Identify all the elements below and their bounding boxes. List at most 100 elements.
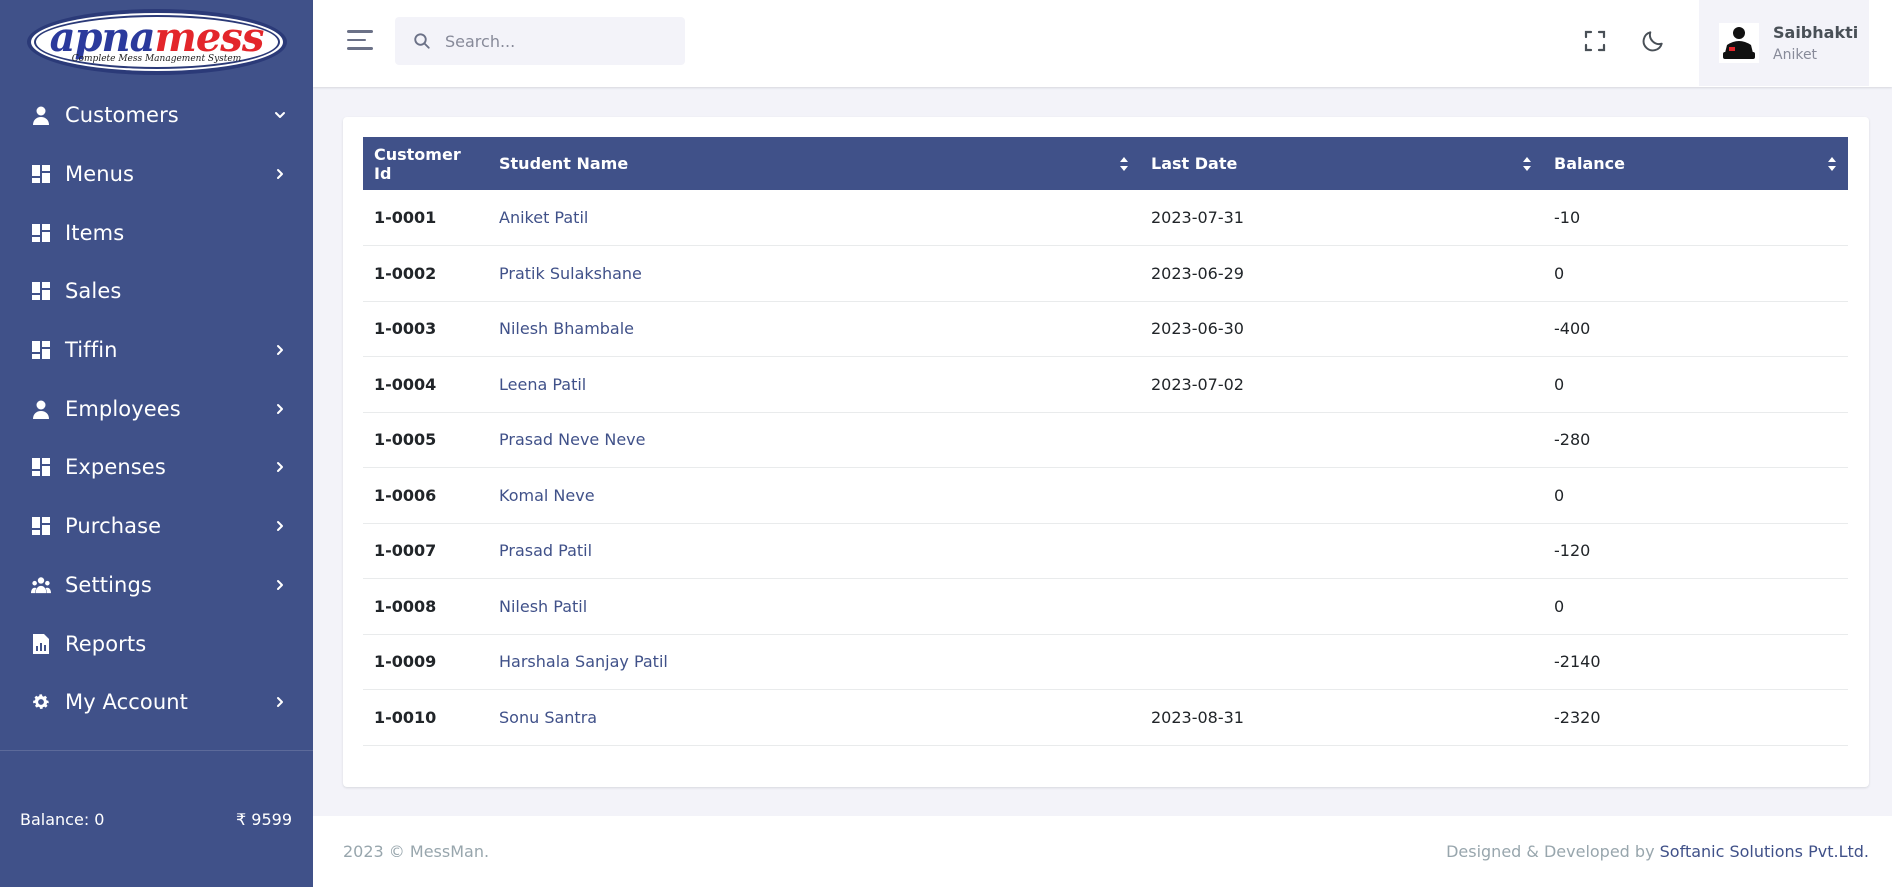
student-name-link[interactable]: Komal Neve xyxy=(488,468,1140,524)
dashboard-icon xyxy=(31,223,51,243)
dashboard-icon xyxy=(31,340,51,360)
sidebar-item-items[interactable]: Items xyxy=(0,203,313,262)
avatar xyxy=(1719,23,1759,63)
balance-cell: 0 xyxy=(1554,596,1565,616)
user-role: Aniket xyxy=(1773,47,1818,63)
search-icon xyxy=(414,33,430,49)
gear-icon xyxy=(31,692,51,712)
table-row[interactable]: 1-0009 Harshala Sanjay Patil -2140 xyxy=(363,634,1848,690)
sidebar-item-settings[interactable]: Settings xyxy=(0,556,313,615)
sidebar-item-label: Reports xyxy=(65,631,147,656)
table-row[interactable]: 1-0008 Nilesh Patil 0 xyxy=(363,579,1848,635)
sort-icon[interactable] xyxy=(1119,156,1129,171)
table-row[interactable]: 1-0007 Prasad Patil -120 xyxy=(363,523,1848,579)
chevron-right-icon xyxy=(273,402,287,416)
sidebar-item-label: Sales xyxy=(65,279,122,304)
sidebar-item-label: Expenses xyxy=(65,455,166,480)
customer-id-cell: 1-0003 xyxy=(374,319,437,339)
menu-toggle-icon[interactable] xyxy=(347,30,375,52)
table-row[interactable]: 1-0005 Prasad Neve Neve -280 xyxy=(363,412,1848,468)
balance-cell: -2140 xyxy=(1554,652,1601,672)
customers-table: Customer Id Student Name Last Date Balan… xyxy=(363,137,1848,746)
sidebar-item-tiffin[interactable]: Tiffin xyxy=(0,321,313,380)
sidebar-item-purchase[interactable]: Purchase xyxy=(0,497,313,556)
last-date-cell xyxy=(1140,412,1543,468)
chevron-right-icon xyxy=(273,578,287,592)
copyright-text: 2023 © MessMan. xyxy=(343,842,490,861)
sort-icon[interactable] xyxy=(1827,156,1837,171)
sidebar-item-customers[interactable]: Customers xyxy=(0,86,313,145)
brand-logo[interactable]: apnamess Complete Mess Management System xyxy=(26,9,287,75)
col-header-balance[interactable]: Balance xyxy=(1543,137,1848,190)
student-name-link[interactable]: Harshala Sanjay Patil xyxy=(488,634,1140,690)
sidebar-item-employees[interactable]: Employees xyxy=(0,379,313,438)
customer-id-cell: 1-0006 xyxy=(374,485,437,505)
customer-id-cell: 1-0008 xyxy=(374,596,437,616)
student-name-link[interactable]: Aniket Patil xyxy=(488,190,1140,246)
customer-id-cell: 1-0009 xyxy=(374,652,437,672)
report-icon xyxy=(31,633,51,654)
student-name-link[interactable]: Leena Patil xyxy=(488,357,1140,413)
sidebar-item-expenses[interactable]: Expenses xyxy=(0,438,313,497)
sidebar-balance-bar: Balance: 0 ₹ 9599 xyxy=(0,750,313,887)
dark-mode-moon-icon[interactable] xyxy=(1638,26,1668,56)
table-row[interactable]: 1-0002 Pratik Sulakshane 2023-06-29 0 xyxy=(363,246,1848,302)
logo-wordmark: apnamess xyxy=(50,18,265,58)
student-name-link[interactable]: Pratik Sulakshane xyxy=(488,246,1140,302)
team-icon xyxy=(31,575,51,595)
dashboard-icon xyxy=(31,457,51,477)
student-name-link[interactable]: Nilesh Patil xyxy=(488,579,1140,635)
col-header-customer-id[interactable]: Customer Id xyxy=(363,137,488,190)
student-name-link[interactable]: Prasad Patil xyxy=(488,523,1140,579)
customer-id-cell: 1-0004 xyxy=(374,374,437,394)
search-input[interactable] xyxy=(445,31,665,51)
company-link[interactable]: Softanic Solutions Pvt.Ltd. xyxy=(1660,842,1869,861)
balance-cell: -10 xyxy=(1554,208,1581,227)
customer-id-cell: 1-0005 xyxy=(374,430,437,450)
student-name-link[interactable]: Sonu Santra xyxy=(488,690,1140,746)
balance-cell: -400 xyxy=(1554,319,1591,339)
sidebar-item-label: Settings xyxy=(65,572,152,597)
sidebar: apnamess Complete Mess Management System… xyxy=(0,0,313,887)
table-row[interactable]: 1-0001 Aniket Patil 2023-07-31 -10 xyxy=(363,190,1848,246)
sidebar-item-label: Tiffin xyxy=(65,338,118,363)
sidebar-item-label: Customers xyxy=(65,103,179,128)
balance-label: Balance: 0 xyxy=(20,809,105,829)
student-name-link[interactable]: Nilesh Bhambale xyxy=(488,301,1140,357)
sort-icon[interactable] xyxy=(1522,156,1532,171)
balance-cell: -2320 xyxy=(1554,707,1601,727)
last-date-cell: 2023-07-02 xyxy=(1151,374,1244,394)
col-header-last-date[interactable]: Last Date xyxy=(1140,137,1543,190)
logo-inner-ring: apnamess Complete Mess Management System xyxy=(33,15,280,69)
customers-card: Customer Id Student Name Last Date Balan… xyxy=(343,117,1869,787)
sidebar-item-menus[interactable]: Menus xyxy=(0,145,313,204)
customer-id-cell: 1-0002 xyxy=(374,263,437,283)
search-box xyxy=(395,17,685,65)
table-row[interactable]: 1-0003 Nilesh Bhambale 2023-06-30 -400 xyxy=(363,301,1848,357)
developer-credit: Designed & Developed by Softanic Solutio… xyxy=(1446,842,1869,861)
user-icon xyxy=(31,105,51,126)
customer-id-cell: 1-0001 xyxy=(374,208,437,227)
sidebar-item-label: Items xyxy=(65,220,125,245)
last-date-cell xyxy=(1140,468,1543,524)
table-row[interactable]: 1-0006 Komal Neve 0 xyxy=(363,468,1848,524)
table-row[interactable]: 1-0010 Sonu Santra 2023-08-31 -2320 xyxy=(363,690,1848,746)
customer-id-cell: 1-0010 xyxy=(374,707,437,727)
user-profile-dropdown[interactable]: Saibhakti Aniket xyxy=(1699,0,1869,86)
logo-container: apnamess Complete Mess Management System xyxy=(0,0,313,84)
fullscreen-icon[interactable] xyxy=(1580,26,1610,56)
page-footer: 2023 © MessMan. Designed & Developed by … xyxy=(313,816,1892,887)
student-name-link[interactable]: Prasad Neve Neve xyxy=(488,412,1140,468)
sidebar-item-sales[interactable]: Sales xyxy=(0,262,313,321)
table-row[interactable]: 1-0004 Leena Patil 2023-07-02 0 xyxy=(363,357,1848,413)
sidebar-item-label: My Account xyxy=(65,690,189,715)
sidebar-item-label: Menus xyxy=(65,162,135,187)
chevron-down-icon xyxy=(273,108,287,122)
last-date-cell xyxy=(1140,634,1543,690)
table-body: 1-0001 Aniket Patil 2023-07-31 -10 1-0002 Pra… xyxy=(363,190,1848,745)
dashboard-icon xyxy=(31,281,51,301)
sidebar-item-reports[interactable]: Reports xyxy=(0,614,313,673)
sidebar-item-my-account[interactable]: My Account xyxy=(0,673,313,732)
col-header-student-name[interactable]: Student Name xyxy=(488,137,1140,190)
last-date-cell xyxy=(1140,579,1543,635)
